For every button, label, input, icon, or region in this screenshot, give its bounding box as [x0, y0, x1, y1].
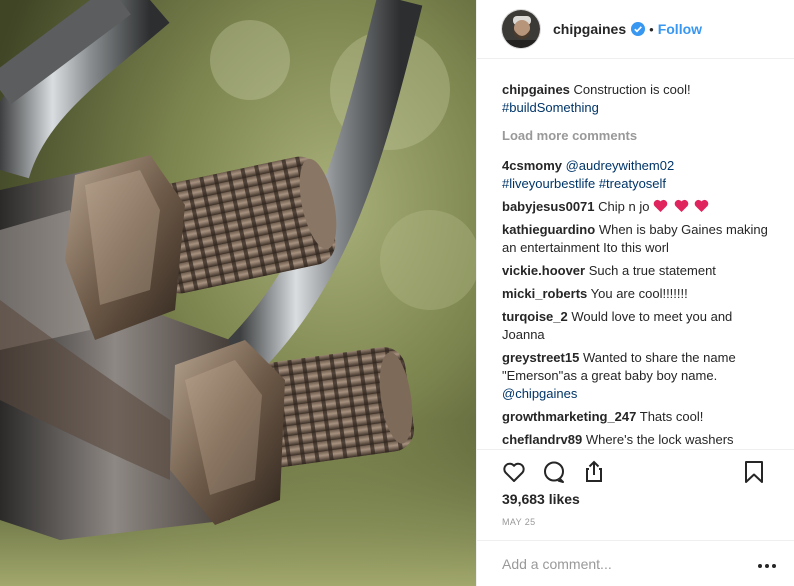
comment-bubble-icon[interactable]	[541, 459, 567, 485]
comment-item: growthmarketing_247 Thats cool!	[502, 408, 773, 426]
comment-username[interactable]: micki_roberts	[502, 286, 587, 301]
instagram-post: chipgaines • Follow chipgaines Construct…	[0, 0, 794, 586]
post-sidebar: chipgaines • Follow chipgaines Construct…	[476, 0, 794, 586]
comment-item: greystreet15 Wanted to share the name "E…	[502, 349, 773, 403]
comment-mention[interactable]: @audreywithem02	[566, 158, 675, 173]
load-more-comments-button[interactable]: Load more comments	[502, 127, 773, 145]
comment-username[interactable]: growthmarketing_247	[502, 409, 636, 424]
comments-list[interactable]: chipgaines Construction is cool! #buildS…	[477, 59, 794, 448]
action-bar	[477, 449, 794, 491]
more-options-icon[interactable]	[757, 559, 777, 569]
red-heart-icon	[695, 199, 709, 212]
bolt-clamp-photo	[0, 0, 476, 586]
heart-outline-icon[interactable]	[501, 459, 527, 485]
heart-emoji-icons	[653, 199, 711, 214]
comment-item: 4csmomy @audreywithem02 #liveyourbestlif…	[502, 157, 773, 193]
bookmark-icon[interactable]	[741, 459, 767, 485]
comment-text: Where's the lock washers	[585, 432, 734, 447]
comment-username[interactable]: vickie.hoover	[502, 263, 585, 278]
profile-photo	[502, 10, 540, 48]
caption-username[interactable]: chipgaines	[502, 82, 570, 97]
comment-text: Such a true statement	[588, 263, 716, 278]
post-date[interactable]: MAY 25	[502, 517, 536, 527]
comment-input[interactable]	[502, 555, 757, 572]
avatar[interactable]	[501, 9, 541, 49]
comment-username[interactable]: babyjesus0071	[502, 199, 595, 214]
comment-text: Thats cool!	[639, 409, 704, 424]
follow-button[interactable]: Follow	[658, 21, 702, 37]
red-heart-icon	[653, 199, 668, 212]
comment-username[interactable]: turqoise_2	[502, 309, 568, 324]
post-header: chipgaines • Follow	[477, 0, 794, 59]
comment-username[interactable]: cheflandrv89	[502, 432, 582, 447]
add-comment-bar	[477, 540, 794, 586]
comment-username[interactable]: kathieguardino	[502, 222, 595, 237]
share-icon[interactable]	[581, 459, 607, 485]
comment-text: Chip n jo	[598, 199, 650, 214]
comment-item: turqoise_2 Would love to meet you and Jo…	[502, 308, 773, 344]
post-caption: chipgaines Construction is cool! #buildS…	[502, 81, 773, 117]
caption-text: Construction is cool!	[573, 82, 691, 97]
comment-username[interactable]: 4csmomy	[502, 158, 562, 173]
likes-count[interactable]: 39,683 likes	[502, 491, 580, 507]
post-photo[interactable]	[0, 0, 476, 586]
comment-item: micki_roberts You are cool!!!!!!!	[502, 285, 773, 303]
comment-item: vickie.hoover Such a true statement	[502, 262, 773, 280]
header-separator: •	[649, 21, 654, 37]
comment-item: cheflandrv89 Where's the lock washers	[502, 431, 773, 448]
caption-hashtag[interactable]: #buildSomething	[502, 100, 599, 115]
red-heart-icon	[674, 199, 688, 212]
comment-hashtags[interactable]: #liveyourbestlife #treatyoself	[502, 176, 666, 191]
comment-text: You are cool!!!!!!!	[590, 286, 688, 301]
comment-item: kathieguardino When is baby Gaines makin…	[502, 221, 773, 257]
comment-username[interactable]: greystreet15	[502, 350, 579, 365]
comment-item: babyjesus0071 Chip n jo	[502, 198, 773, 216]
comment-mention[interactable]: @chipgaines	[502, 386, 577, 401]
post-author-username[interactable]: chipgaines	[553, 21, 626, 37]
verified-badge-icon	[631, 22, 646, 36]
